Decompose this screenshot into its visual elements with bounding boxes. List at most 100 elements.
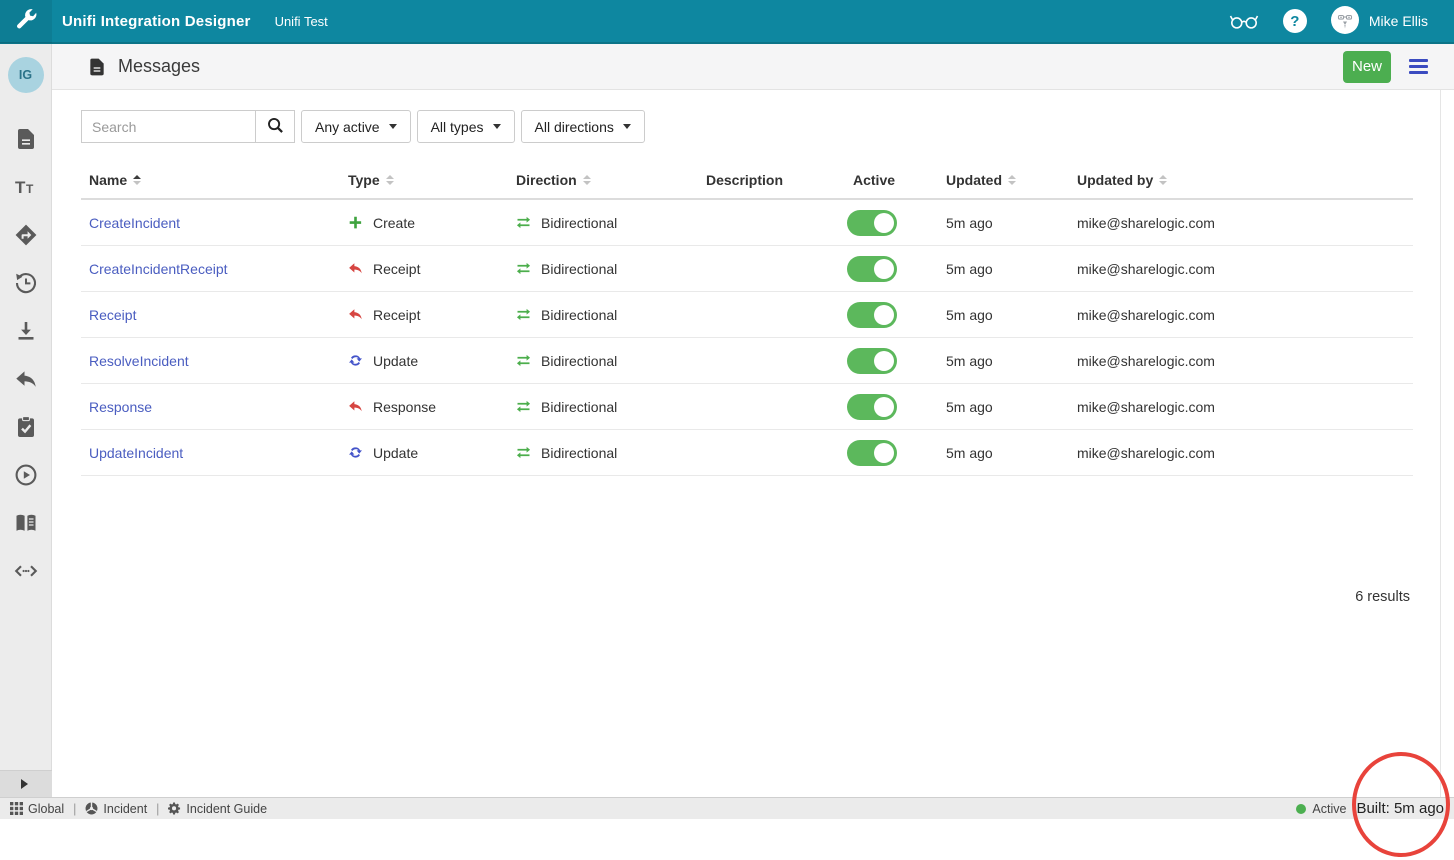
update-refresh-icon [348, 353, 363, 368]
receipt-reply-icon [348, 307, 363, 322]
table-row: ReceiptReceiptBidirectional5m agomike@sh… [81, 292, 1413, 338]
receipts-reply-icon[interactable] [14, 367, 38, 391]
direction-filter-label: All directions [535, 119, 614, 135]
type-label: Create [373, 215, 415, 231]
column-header-updated[interactable]: Updated [946, 172, 1077, 188]
integration-avatar[interactable]: IG [8, 57, 44, 93]
messages-document-icon [87, 57, 107, 77]
search-button[interactable] [255, 110, 295, 143]
wrench-icon [14, 7, 38, 36]
sidebar: IG TT [0, 44, 52, 797]
run-play-icon[interactable] [14, 463, 38, 487]
user-name: Mike Ellis [1369, 13, 1428, 29]
workspace-name[interactable]: Unifi Test [275, 14, 328, 29]
column-header-name[interactable]: Name [89, 172, 348, 188]
help-icon[interactable]: ? [1283, 9, 1307, 33]
chevron-down-icon [493, 124, 501, 129]
updated-by-cell: mike@sharelogic.com [1077, 261, 1413, 277]
active-toggle[interactable] [847, 210, 897, 236]
page-title: Messages [118, 56, 200, 77]
updated-by-cell: mike@sharelogic.com [1077, 445, 1413, 461]
page-header: Messages New [52, 44, 1454, 90]
type-label: Response [373, 399, 436, 415]
updated-by-cell: mike@sharelogic.com [1077, 215, 1413, 231]
new-button[interactable]: New [1343, 51, 1391, 83]
active-toggle[interactable] [847, 256, 897, 282]
settings-gear-icon [168, 802, 181, 815]
bidirectional-arrows-icon [516, 261, 531, 276]
search-input[interactable] [81, 110, 256, 143]
direction-label: Bidirectional [541, 307, 617, 323]
avatar [1331, 6, 1359, 37]
direction-filter-dropdown[interactable]: All directions [521, 110, 645, 143]
app-title: Unifi Integration Designer [62, 13, 251, 30]
bidirectional-arrows-icon [516, 445, 531, 460]
import-download-icon[interactable] [14, 319, 38, 343]
message-name-link[interactable]: Receipt [89, 307, 136, 323]
active-status-dot [1296, 804, 1306, 814]
text-fields-icon[interactable]: TT [14, 175, 38, 199]
type-filter-label: All types [431, 119, 484, 135]
statusbar-item-incident[interactable]: Incident [85, 802, 147, 816]
message-name-link[interactable]: CreateIncident [89, 215, 180, 231]
tasks-clipboard-icon[interactable] [14, 415, 38, 439]
updated-cell: 5m ago [946, 445, 1077, 461]
column-header-description: Description [706, 172, 853, 188]
documentation-book-icon[interactable] [14, 511, 38, 535]
api-code-icon[interactable] [14, 559, 38, 583]
preview-glasses-icon[interactable] [1229, 13, 1259, 30]
svg-text:T: T [26, 182, 34, 196]
message-name-link[interactable]: CreateIncidentReceipt [89, 261, 228, 277]
table-header-row: NameTypeDirectionDescriptionActiveUpdate… [81, 162, 1413, 200]
column-header-direction[interactable]: Direction [516, 172, 706, 188]
sidebar-expand-button[interactable] [0, 770, 52, 797]
active-toggle[interactable] [847, 440, 897, 466]
direction-label: Bidirectional [541, 353, 617, 369]
table-row: UpdateIncidentUpdateBidirectional5m agom… [81, 430, 1413, 476]
separator: | [73, 802, 76, 816]
chevron-down-icon [623, 124, 631, 129]
direction-label: Bidirectional [541, 215, 617, 231]
apps-grid-icon [10, 802, 23, 815]
bidirectional-arrows-icon [516, 353, 531, 368]
messages-panel: Any active All types All directions Name… [52, 90, 1441, 797]
active-toggle[interactable] [847, 302, 897, 328]
app-logo[interactable] [0, 0, 52, 43]
sort-arrows-icon [386, 175, 394, 185]
topbar-actions: ? Mike Ellis [1229, 6, 1454, 37]
type-label: Update [373, 353, 418, 369]
direction-label: Bidirectional [541, 399, 617, 415]
updated-by-cell: mike@sharelogic.com [1077, 307, 1413, 323]
bidirectional-arrows-icon [516, 307, 531, 322]
sort-arrows-icon [583, 175, 591, 185]
messages-table: NameTypeDirectionDescriptionActiveUpdate… [81, 162, 1413, 605]
message-name-link[interactable]: UpdateIncident [89, 445, 183, 461]
direction-label: Bidirectional [541, 445, 617, 461]
active-filter-label: Any active [315, 119, 380, 135]
menu-hamburger-icon[interactable] [1409, 59, 1428, 74]
bidirectional-arrows-icon [516, 215, 531, 230]
updated-by-cell: mike@sharelogic.com [1077, 399, 1413, 415]
type-filter-dropdown[interactable]: All types [417, 110, 515, 143]
results-count: 6 results [81, 589, 1413, 605]
table-row: Response Response Bidirectional 5m agomike@… [81, 384, 1413, 430]
updated-cell: 5m ago [946, 399, 1077, 415]
message-name-link[interactable]: Response [89, 399, 152, 415]
user-menu[interactable]: Mike Ellis [1331, 6, 1428, 37]
statusbar-item-global[interactable]: Global [10, 802, 64, 816]
statusbar-item-incident-guide[interactable]: Incident Guide [168, 802, 267, 816]
updated-cell: 5m ago [946, 215, 1077, 231]
history-icon[interactable] [14, 271, 38, 295]
transform-directions-icon[interactable] [14, 223, 38, 247]
table-row: CreateIncident Create Bidirectional 5m agom… [81, 200, 1413, 246]
column-header-type[interactable]: Type [348, 172, 516, 188]
active-status-label: Active [1312, 802, 1346, 816]
top-bar: Unifi Integration Designer Unifi Test ? … [0, 0, 1454, 44]
update-refresh-icon [348, 445, 363, 460]
active-filter-dropdown[interactable]: Any active [301, 110, 411, 143]
active-toggle[interactable] [847, 348, 897, 374]
column-header-updated-by[interactable]: Updated by [1077, 172, 1413, 188]
active-toggle[interactable] [847, 394, 897, 420]
message-name-link[interactable]: ResolveIncident [89, 353, 189, 369]
messages-document-icon[interactable] [14, 127, 38, 151]
